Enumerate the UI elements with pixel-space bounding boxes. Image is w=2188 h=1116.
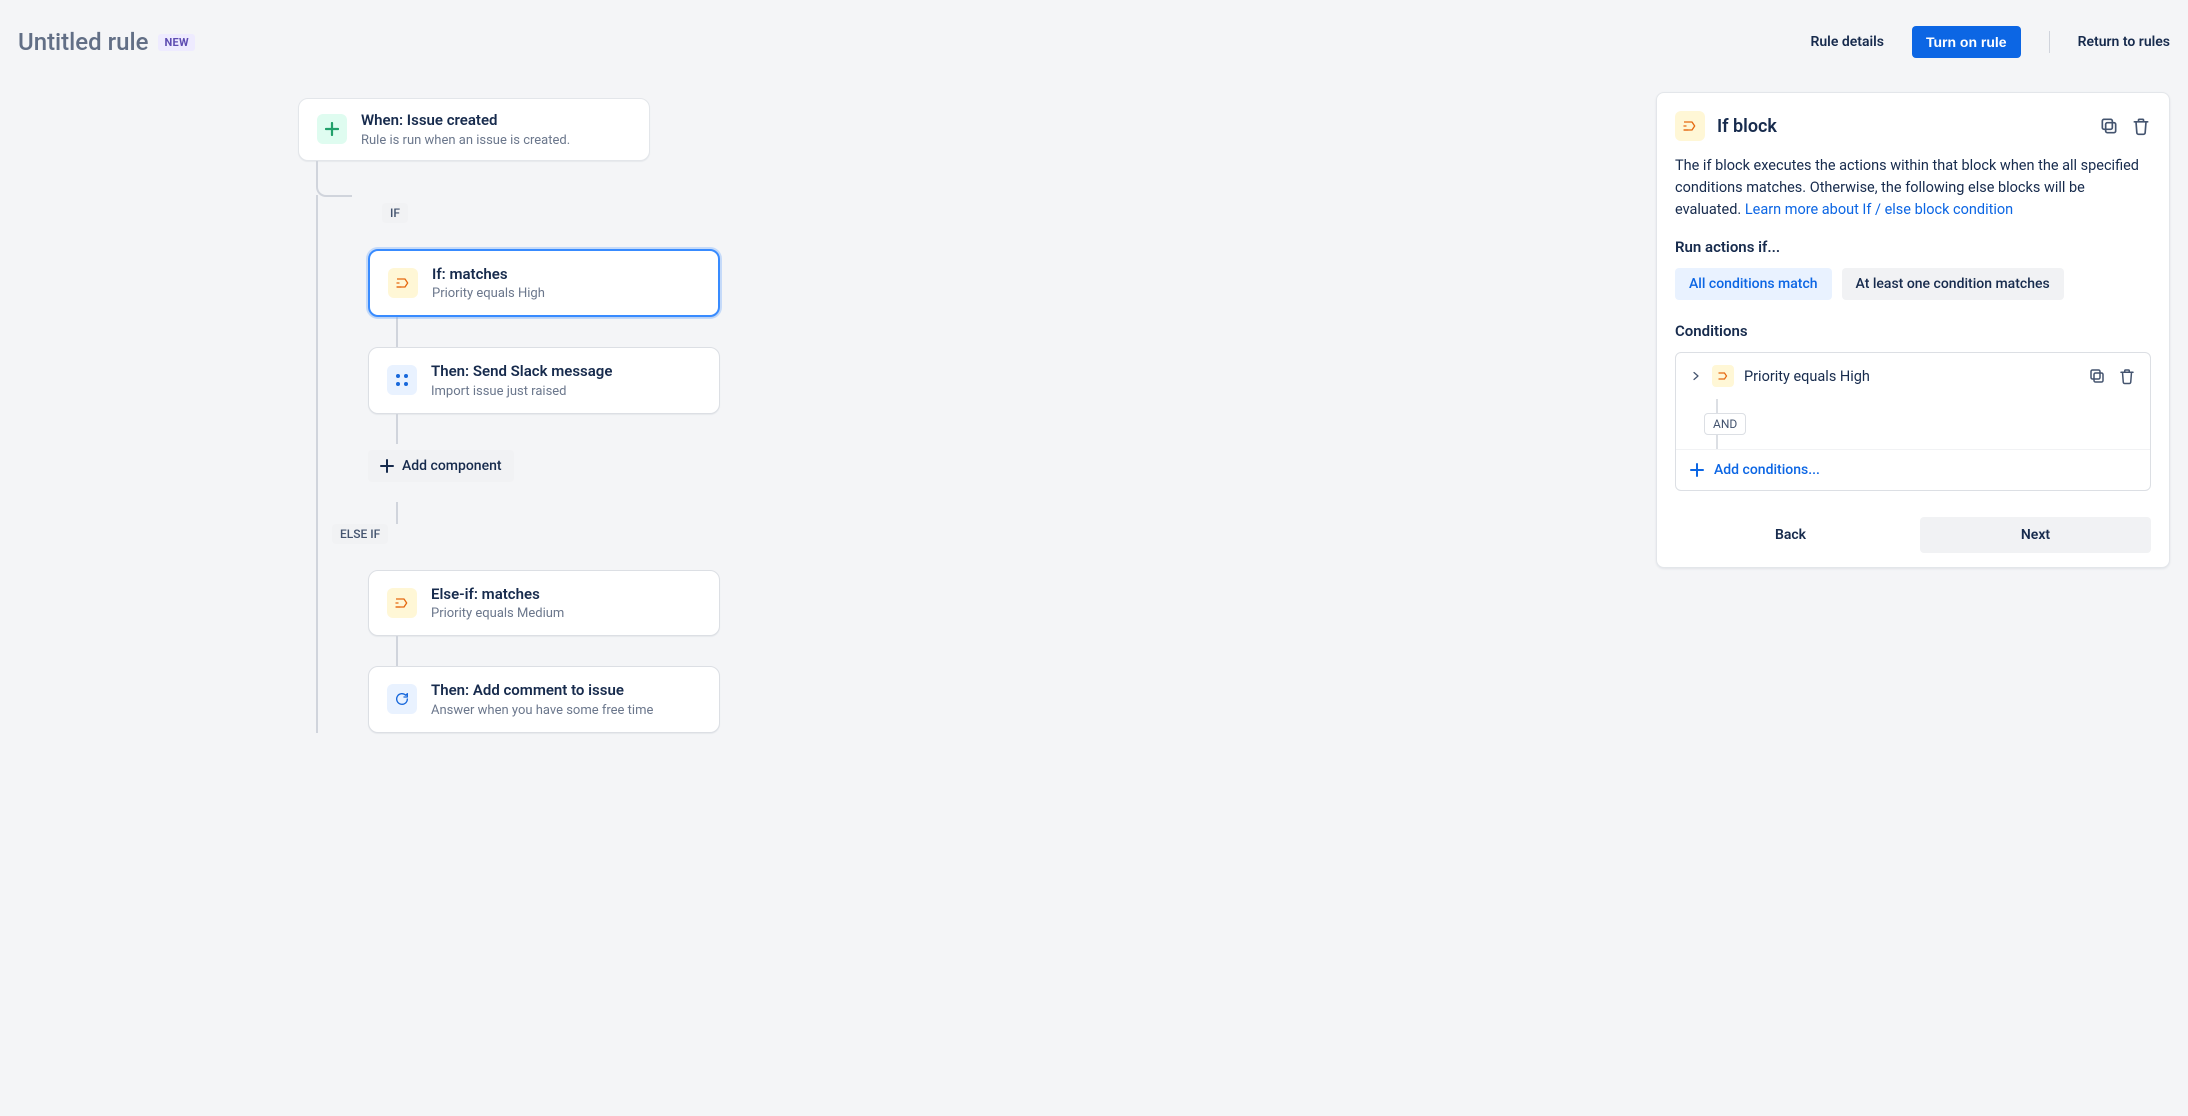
match-mode-group: All conditions match At least one condit… <box>1675 268 2151 300</box>
elseif-title: Else-if: matches <box>431 585 564 605</box>
elseif-node[interactable]: Else-if: matches Priority equals Medium <box>368 570 720 637</box>
branch-icon <box>388 268 418 298</box>
refresh-icon <box>387 684 417 714</box>
rule-title[interactable]: Untitled rule <box>18 28 148 56</box>
and-label: AND <box>1704 413 1746 435</box>
slack-icon <box>387 365 417 395</box>
config-panel: If block The if block executes the actio… <box>1656 92 2170 568</box>
branch-column: IF If: matches Priority equals High <box>316 195 1636 733</box>
plus-icon <box>380 459 394 473</box>
add-component-label: Add component <box>402 458 502 474</box>
trigger-text: When: Issue created Rule is run when an … <box>361 111 570 148</box>
panel-actions <box>2099 116 2151 136</box>
branch-icon <box>387 588 417 618</box>
panel-footer: Back Next <box>1675 513 2151 553</box>
add-conditions-button[interactable]: Add conditions... <box>1676 449 2150 490</box>
then-slack-text: Then: Send Slack message Import issue ju… <box>431 362 612 399</box>
run-actions-label: Run actions if... <box>1675 238 2151 256</box>
conditions-box: Priority equals High AND <box>1675 352 2151 491</box>
panel-title: If block <box>1717 116 1777 137</box>
connector <box>396 636 1636 666</box>
branch-icon <box>1712 365 1734 387</box>
main-area: When: Issue created Rule is run when an … <box>18 92 2170 733</box>
new-badge: NEW <box>158 34 194 51</box>
choice-at-least-one[interactable]: At least one condition matches <box>1842 268 2064 300</box>
if-band-label: IF <box>382 203 408 223</box>
plus-icon <box>1690 463 1704 477</box>
branch-icon <box>1675 111 1705 141</box>
chevron-right-icon <box>1690 370 1702 382</box>
rule-details-link[interactable]: Rule details <box>1810 34 1883 50</box>
add-conditions-label: Add conditions... <box>1714 462 1820 478</box>
choice-all-conditions[interactable]: All conditions match <box>1675 268 1832 300</box>
connector <box>316 161 352 197</box>
delete-icon[interactable] <box>2131 116 2151 136</box>
header-left: Untitled rule NEW <box>18 28 195 56</box>
if-node-title: If: matches <box>432 265 545 285</box>
rule-canvas: When: Issue created Rule is run when an … <box>18 92 1636 733</box>
then-comment-text: Then: Add comment to issue Answer when y… <box>431 681 653 718</box>
plus-icon <box>317 114 347 144</box>
then-comment-title: Then: Add comment to issue <box>431 681 653 701</box>
elseif-text: Else-if: matches Priority equals Medium <box>431 585 564 622</box>
page-header: Untitled rule NEW Rule details Turn on r… <box>18 18 2170 92</box>
return-to-rules-link[interactable]: Return to rules <box>2078 34 2170 50</box>
copy-icon[interactable] <box>2099 116 2119 136</box>
then-comment-subtitle: Answer when you have some free time <box>431 703 653 718</box>
conditions-label: Conditions <box>1675 322 2151 340</box>
condition-text: Priority equals High <box>1744 368 2078 385</box>
panel-head: If block <box>1675 111 2151 141</box>
turn-on-rule-button[interactable]: Turn on rule <box>1912 26 2021 58</box>
next-button[interactable]: Next <box>1920 517 2151 553</box>
back-button[interactable]: Back <box>1675 517 1906 553</box>
header-right: Rule details Turn on rule Return to rule… <box>1810 26 2170 58</box>
copy-icon[interactable] <box>2088 367 2106 385</box>
learn-more-link[interactable]: Learn more about If / else block conditi… <box>1745 201 2013 218</box>
elseif-band-label: ELSE IF <box>332 524 388 544</box>
app-root: Untitled rule NEW Rule details Turn on r… <box>0 0 2188 1116</box>
if-node[interactable]: If: matches Priority equals High <box>368 249 720 318</box>
if-node-subtitle: Priority equals High <box>432 286 545 301</box>
delete-icon[interactable] <box>2118 367 2136 385</box>
then-slack-node[interactable]: Then: Send Slack message Import issue ju… <box>368 347 720 414</box>
and-connector: AND <box>1676 399 2150 449</box>
connector <box>396 414 1636 444</box>
condition-row[interactable]: Priority equals High <box>1676 353 2150 399</box>
trigger-title: When: Issue created <box>361 111 570 131</box>
divider <box>2049 31 2050 53</box>
connector <box>396 317 1636 347</box>
then-slack-title: Then: Send Slack message <box>431 362 612 382</box>
if-node-text: If: matches Priority equals High <box>432 265 545 302</box>
trigger-subtitle: Rule is run when an issue is created. <box>361 133 570 148</box>
then-comment-node[interactable]: Then: Add comment to issue Answer when y… <box>368 666 720 733</box>
trigger-node[interactable]: When: Issue created Rule is run when an … <box>298 98 650 161</box>
then-slack-subtitle: Import issue just raised <box>431 384 612 399</box>
add-component-button[interactable]: Add component <box>368 450 514 482</box>
connector <box>396 502 1636 524</box>
elseif-subtitle: Priority equals Medium <box>431 606 564 621</box>
panel-description: The if block executes the actions within… <box>1675 155 2151 220</box>
